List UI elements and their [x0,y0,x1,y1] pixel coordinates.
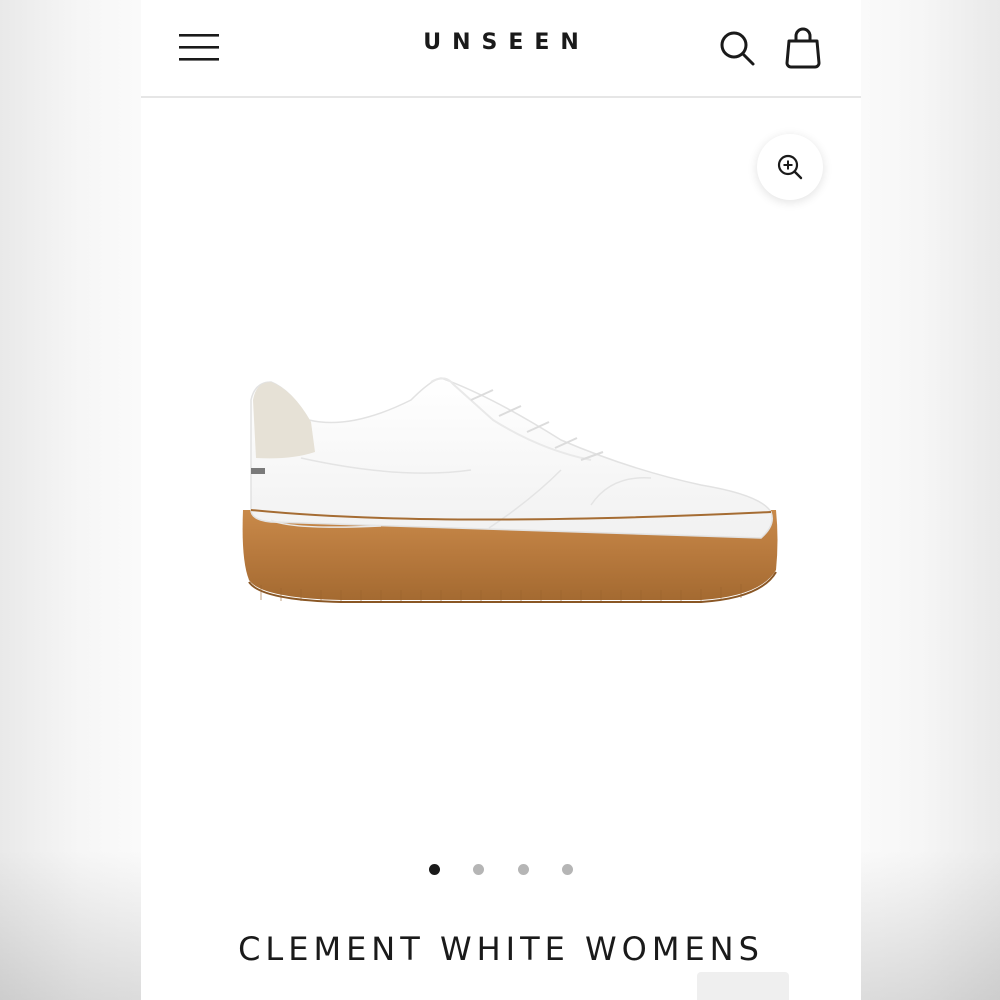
search-button[interactable] [717,28,757,68]
product-image[interactable] [231,360,791,620]
carousel-dot[interactable] [561,864,573,875]
carousel-dot[interactable] [517,864,529,875]
cart-button[interactable] [783,26,823,70]
shopping-bag-icon [785,27,821,69]
site-header: UNSEEN [141,0,861,98]
search-icon [720,31,755,66]
carousel-dot[interactable] [429,864,441,875]
mobile-page: UNSEEN CLEMENT WHITE WOMENS [141,0,861,1000]
carousel-pagination [141,860,861,875]
zoom-button[interactable] [757,134,823,200]
zoom-in-icon [777,154,803,180]
product-title: CLEMENT WHITE WOMENS [238,930,764,968]
partial-element [697,972,789,1000]
carousel-dot[interactable] [473,864,485,875]
